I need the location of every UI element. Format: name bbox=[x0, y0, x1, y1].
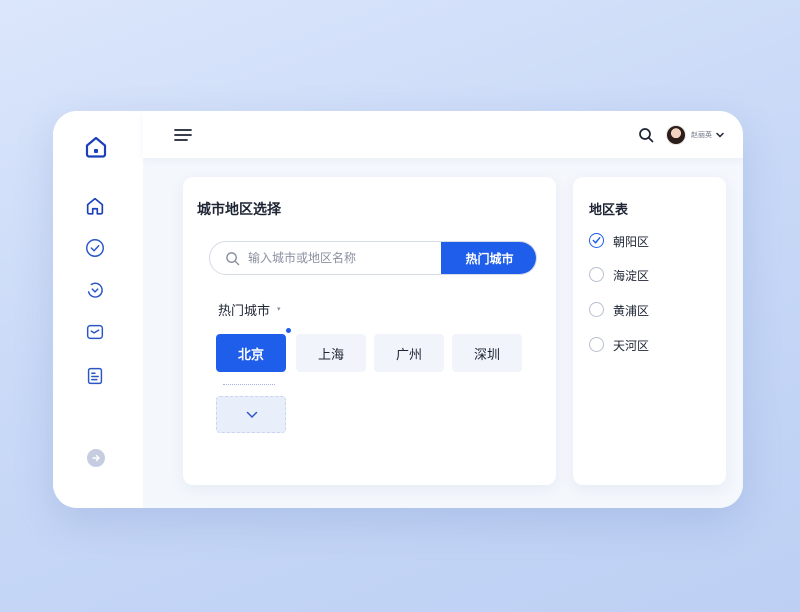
sidebar bbox=[53, 111, 143, 508]
indicator-dot bbox=[286, 328, 291, 333]
city-button-guangzhou[interactable]: 广州 bbox=[374, 334, 444, 372]
region-label: 海淀区 bbox=[613, 269, 650, 283]
section-label: 热门城市 bbox=[218, 304, 271, 319]
chevron-down-icon[interactable] bbox=[716, 132, 724, 138]
region-label: 天河区 bbox=[613, 339, 650, 353]
checkbox[interactable] bbox=[589, 302, 604, 317]
message-box-icon bbox=[84, 321, 110, 343]
hot-cities-button[interactable]: 热门城市 bbox=[441, 242, 536, 274]
arrow-right-icon bbox=[91, 453, 101, 463]
sidebar-item-tasks[interactable] bbox=[84, 237, 110, 263]
panel-title: 城市地区选择 bbox=[197, 202, 281, 218]
document-list-icon bbox=[84, 365, 110, 387]
expand-more-button[interactable] bbox=[216, 396, 286, 433]
region-panel: 地区表 朝阳区 海淀区 黄浦区 天河区 bbox=[573, 177, 726, 485]
check-circle-icon bbox=[84, 237, 110, 259]
app-window: 赵丽英 城市地区选择 热门城市 热门城市 ▾ 北京 上海 广州 深圳 地区表 bbox=[53, 111, 743, 508]
checkbox-checked[interactable] bbox=[589, 233, 604, 248]
sidebar-item-refresh[interactable] bbox=[84, 279, 110, 305]
region-panel-title: 地区表 bbox=[589, 203, 629, 218]
region-label: 黄浦区 bbox=[613, 304, 650, 318]
city-button-beijing[interactable]: 北京 bbox=[216, 334, 286, 372]
search-bar: 热门城市 bbox=[209, 241, 537, 275]
city-search-input[interactable] bbox=[248, 242, 438, 274]
region-item-huangpu[interactable]: 黄浦区 bbox=[589, 300, 709, 320]
city-select-panel: 城市地区选择 热门城市 热门城市 ▾ 北京 上海 广州 深圳 bbox=[183, 177, 556, 485]
sidebar-item-home[interactable] bbox=[84, 195, 110, 221]
menu-icon[interactable] bbox=[174, 128, 192, 142]
home-icon bbox=[84, 195, 110, 217]
city-button-shenzhen[interactable]: 深圳 bbox=[452, 334, 522, 372]
username[interactable]: 赵丽英 bbox=[691, 130, 712, 140]
region-item-tianhe[interactable]: 天河区 bbox=[589, 335, 709, 355]
region-item-chaoyang[interactable]: 朝阳区 bbox=[589, 231, 709, 251]
checkbox[interactable] bbox=[589, 337, 604, 352]
home-logo-icon[interactable] bbox=[84, 135, 108, 159]
divider bbox=[223, 384, 275, 385]
sidebar-item-messages[interactable] bbox=[84, 321, 110, 347]
city-button-shanghai[interactable]: 上海 bbox=[296, 334, 366, 372]
checkbox[interactable] bbox=[589, 267, 604, 282]
region-label: 朝阳区 bbox=[613, 235, 650, 249]
search-icon bbox=[225, 251, 240, 266]
search-icon[interactable] bbox=[638, 127, 654, 143]
sidebar-expand-button[interactable] bbox=[87, 449, 105, 467]
caret-down-icon: ▾ bbox=[277, 305, 281, 313]
avatar[interactable] bbox=[666, 125, 686, 145]
sidebar-item-documents[interactable] bbox=[84, 365, 110, 391]
refresh-icon bbox=[84, 279, 110, 301]
region-item-haidian[interactable]: 海淀区 bbox=[589, 265, 709, 285]
